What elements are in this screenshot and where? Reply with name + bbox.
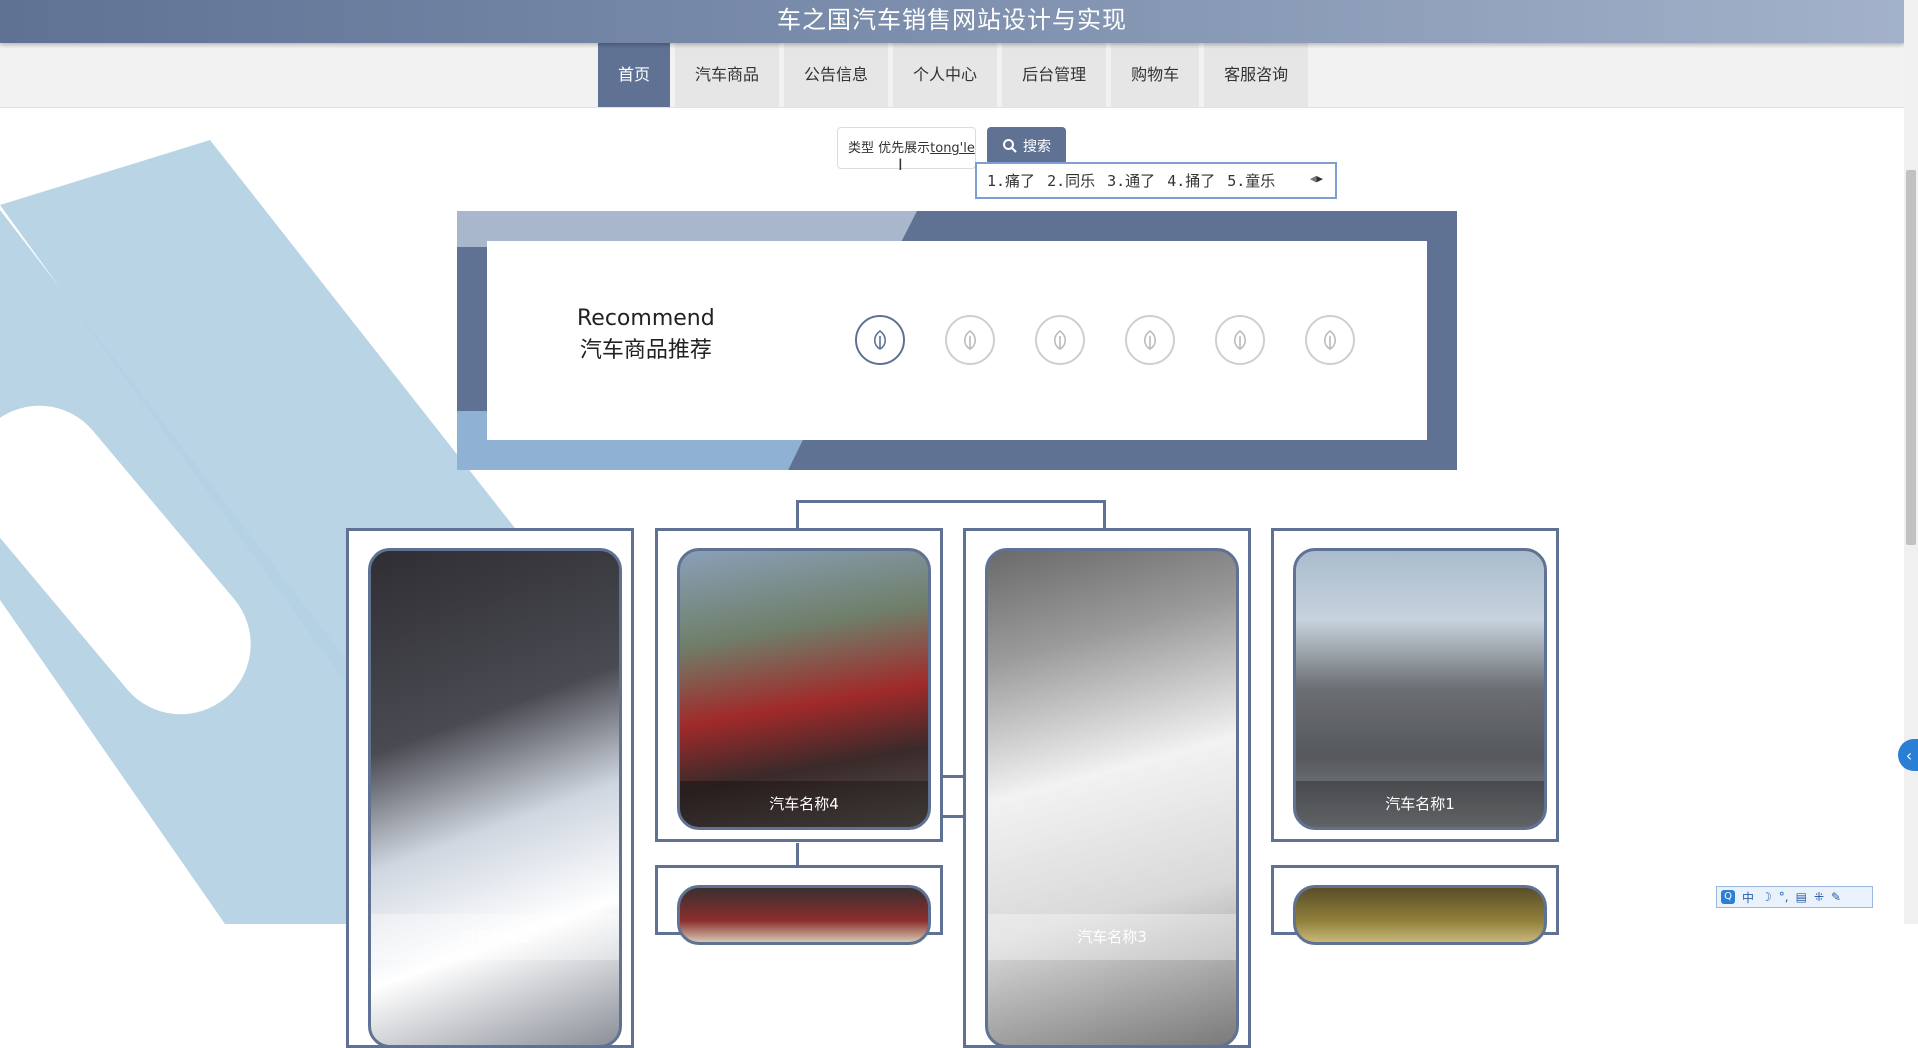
grid-connector [1103, 500, 1106, 530]
product-card[interactable] [1271, 865, 1559, 945]
ime-candidate[interactable]: 2.同乐 [1047, 170, 1095, 191]
search-input[interactable]: 类型 优先展示tong'le [837, 127, 976, 169]
product-card[interactable]: 汽车名称3 [963, 528, 1251, 1048]
product-image[interactable]: 汽车名称1 [1293, 548, 1547, 830]
ime-toolbar[interactable]: Q 中 ☽ °, ▤ ⁜ ✎ [1716, 886, 1873, 908]
ime-page-arrows[interactable]: ◀▶ [1310, 172, 1323, 185]
leaf-icon [1053, 330, 1067, 350]
product-card[interactable]: 汽车名称1 [1271, 528, 1559, 842]
recommend-title-cn: 汽车商品推荐 [579, 338, 712, 363]
product-image[interactable]: 汽车名称3 [985, 548, 1239, 1048]
carousel-dot[interactable] [1215, 315, 1265, 365]
ime-composition-text: tong'le [930, 141, 975, 156]
scrollbar-thumb[interactable] [1906, 170, 1916, 545]
product-image[interactable]: 汽车名称4 [677, 548, 931, 830]
nav-item-car-products[interactable]: 汽车商品 [675, 43, 780, 107]
ime-candidate[interactable]: 1.痛了 [987, 170, 1035, 191]
search-button[interactable]: 搜索 [987, 127, 1066, 165]
wrench-icon[interactable]: ✎ [1831, 890, 1841, 904]
carousel-dot[interactable] [1035, 315, 1085, 365]
product-card[interactable]: 汽车名称4 [655, 528, 943, 842]
grid-connector [796, 500, 1106, 503]
ime-next-icon[interactable]: ▶ [1316, 172, 1323, 185]
ime-candidate-popup: 1.痛了 2.同乐 3.通了 4.捅了 5.童乐 ◀▶ [975, 162, 1337, 199]
product-name[interactable]: 汽车名称4 [680, 781, 928, 827]
ime-mode-indicator[interactable]: 中 [1742, 889, 1754, 906]
product-image[interactable] [677, 885, 931, 945]
ime-candidate[interactable]: 5.童乐 [1227, 170, 1275, 191]
product-name[interactable]: 汽车名称5 [371, 914, 619, 960]
product-card[interactable] [655, 865, 943, 945]
ime-logo-icon[interactable]: Q [1721, 890, 1735, 904]
menu-icon[interactable]: ⁜ [1814, 890, 1824, 904]
site-header: 车之国汽车销售网站设计与实现 [0, 0, 1904, 43]
ime-candidate[interactable]: 4.捅了 [1167, 170, 1215, 191]
chevron-left-icon: ‹ [1905, 745, 1913, 765]
carousel-dots [855, 315, 1355, 365]
recommend-title-en: Recommend [577, 306, 715, 331]
nav-items: 首页 汽车商品 公告信息 个人中心 后台管理 购物车 客服咨询 [598, 43, 1313, 107]
leaf-icon [873, 330, 887, 350]
product-name[interactable]: 汽车名称1 [1296, 781, 1544, 827]
nav-item-personal-center[interactable]: 个人中心 [893, 43, 998, 107]
product-image[interactable]: 汽车名称5 [368, 548, 622, 1048]
carousel-dot[interactable] [1125, 315, 1175, 365]
punctuation-icon[interactable]: °, [1779, 890, 1789, 904]
product-name[interactable]: 汽车名称3 [988, 914, 1236, 960]
site-title: 车之国汽车销售网站设计与实现 [777, 6, 1127, 34]
recommend-panel: Recommend 汽车商品推荐 [487, 241, 1427, 440]
product-card[interactable]: 汽车名称5 [346, 528, 634, 1048]
carousel-dot[interactable] [1305, 315, 1355, 365]
carousel-dot[interactable] [855, 315, 905, 365]
nav-item-admin[interactable]: 后台管理 [1002, 43, 1107, 107]
page-scrollbar[interactable] [1904, 0, 1918, 924]
ime-candidate[interactable]: 3.通了 [1107, 170, 1155, 191]
search-input-value: 类型 优先展示 [848, 141, 931, 156]
nav-item-home[interactable]: 首页 [598, 43, 671, 107]
recommend-title: Recommend 汽车商品推荐 [577, 303, 715, 367]
leaf-icon [1323, 330, 1337, 350]
nav-item-customer-service[interactable]: 客服咨询 [1204, 43, 1309, 107]
carousel-dot[interactable] [945, 315, 995, 365]
search-button-label: 搜索 [1023, 139, 1051, 155]
main-navbar: 首页 汽车商品 公告信息 个人中心 后台管理 购物车 客服咨询 [0, 43, 1904, 108]
nav-item-cart[interactable]: 购物车 [1111, 43, 1200, 107]
keyboard-icon[interactable]: ▤ [1796, 890, 1807, 904]
text-cursor-icon: I [898, 155, 903, 174]
leaf-icon [1143, 330, 1157, 350]
product-image[interactable] [1293, 885, 1547, 945]
leaf-icon [963, 330, 977, 350]
side-panel-toggle[interactable]: ‹ [1898, 739, 1918, 771]
moon-icon[interactable]: ☽ [1761, 890, 1772, 904]
grid-connector [796, 500, 799, 530]
leaf-icon [1233, 330, 1247, 350]
nav-item-announcements[interactable]: 公告信息 [784, 43, 889, 107]
search-icon [1003, 139, 1017, 153]
recommend-banner: Recommend 汽车商品推荐 [457, 211, 1457, 470]
